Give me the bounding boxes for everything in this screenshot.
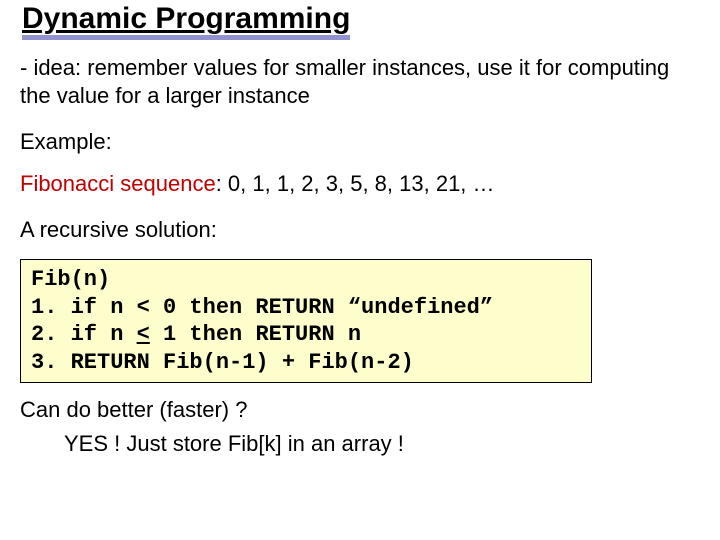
code-line-1: 1. if n < 0 then RETURN “undefined” — [31, 294, 581, 322]
answer-text-span: YES ! Just store Fib[k] in an array ! — [64, 431, 404, 456]
example-label: Example: — [20, 129, 700, 155]
fibonacci-colon: : — [216, 171, 228, 196]
code-line-2: 2. if n < 1 then RETURN n — [31, 321, 581, 349]
fibonacci-values: 0, 1, 1, 2, 3, 5, 8, 13, 21, … — [228, 171, 495, 196]
slide-title-text: Dynamic Programming — [22, 2, 350, 35]
slide-title: Dynamic Programming — [22, 2, 350, 40]
code-line-0: Fib(n) — [31, 266, 581, 294]
recursive-label-text: A recursive solution: — [20, 217, 217, 242]
idea-paragraph: - idea: remember values for smaller inst… — [20, 54, 700, 109]
example-label-text: Example: — [20, 129, 112, 154]
question-text-span: Can do better (faster) ? — [20, 397, 247, 422]
fibonacci-label: Fibonacci sequence — [20, 171, 216, 196]
fibonacci-line: Fibonacci sequence: 0, 1, 1, 2, 3, 5, 8,… — [20, 171, 700, 197]
code-line-3: 3. RETURN Fib(n-1) + Fib(n-2) — [31, 349, 581, 377]
idea-text: - idea: remember values for smaller inst… — [20, 55, 669, 108]
recursive-label: A recursive solution: — [20, 217, 700, 243]
question-text: Can do better (faster) ? — [20, 397, 700, 423]
code-line-2b: 1 then RETURN n — [150, 322, 361, 347]
answer-text: YES ! Just store Fib[k] in an array ! — [64, 431, 700, 457]
code-line-2a: 2. if n — [31, 322, 137, 347]
code-block: Fib(n) 1. if n < 0 then RETURN “undefine… — [20, 259, 592, 383]
leq-symbol: < — [137, 321, 150, 349]
